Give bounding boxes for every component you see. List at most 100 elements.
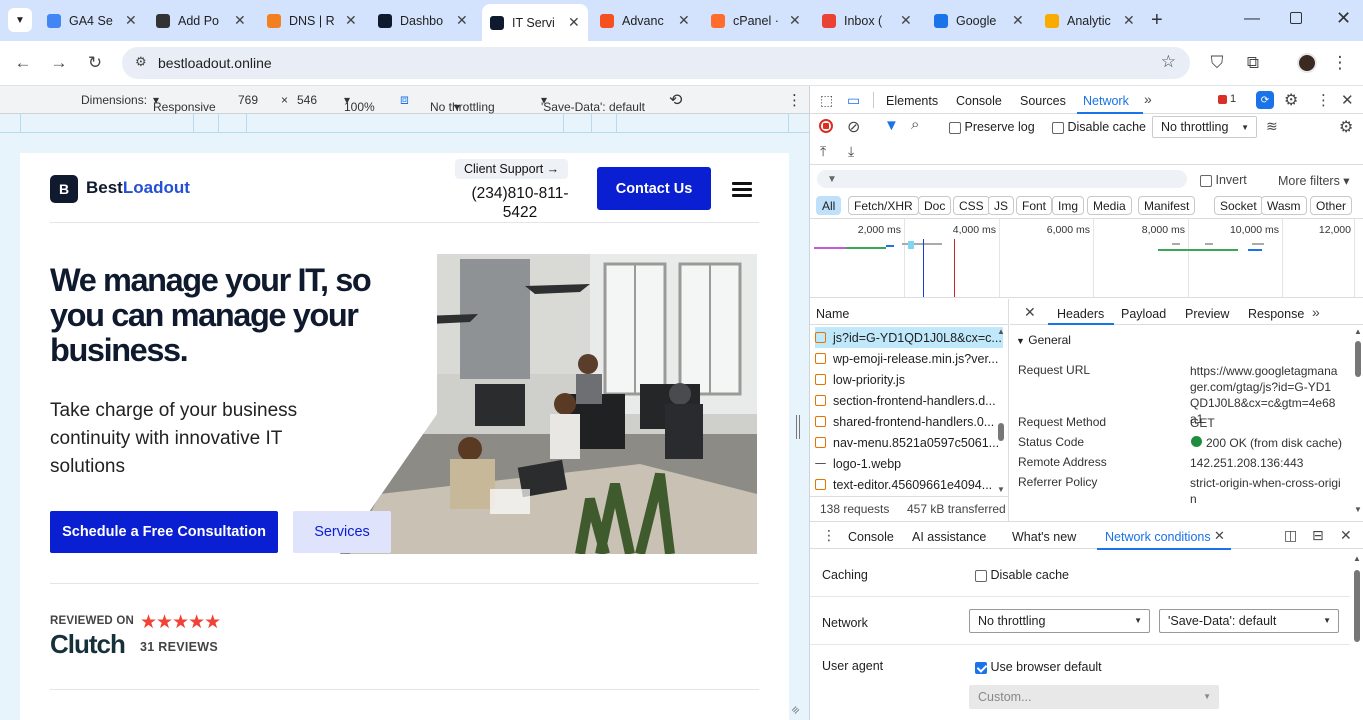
preserve-log-checkbox[interactable]: Preserve log bbox=[949, 120, 1035, 134]
inspect-element-icon[interactable]: ⬚ bbox=[820, 92, 833, 109]
close-tab-icon[interactable]: ✕ bbox=[789, 12, 801, 29]
import-har-icon[interactable]: ⤒ bbox=[820, 143, 826, 160]
zoom-select[interactable]: 100% ▾ bbox=[344, 93, 375, 114]
tab-response[interactable]: Response bbox=[1248, 307, 1304, 321]
filter-chip-socket[interactable]: Socket bbox=[1214, 196, 1263, 215]
search-icon[interactable]: ⌕ bbox=[911, 116, 919, 133]
custom-user-agent-select[interactable]: Custom... ▼ bbox=[969, 685, 1219, 709]
device-toggle-icon[interactable]: ▭ bbox=[847, 92, 860, 109]
screenshot-icon[interactable]: ⧈ bbox=[400, 91, 409, 108]
bookmark-star-icon[interactable]: ☆ bbox=[1161, 52, 1176, 72]
drawer-tab-whats-new[interactable]: What's new bbox=[1012, 530, 1076, 544]
nc-scrollbar[interactable]: ▲ bbox=[1353, 554, 1361, 720]
request-row[interactable]: low-priority.js bbox=[815, 369, 1003, 390]
filter-chip-doc[interactable]: Doc bbox=[918, 196, 952, 215]
browser-tab[interactable]: Advanc ✕ bbox=[592, 5, 698, 36]
dock-bottom-icon[interactable]: ⊟ bbox=[1312, 527, 1324, 544]
detail-scrollbar[interactable]: ▲ ▼ bbox=[1354, 327, 1362, 517]
close-tab-icon[interactable]: ✕ bbox=[1123, 12, 1135, 29]
close-tab-icon[interactable]: ✕ bbox=[125, 12, 137, 29]
browser-tab[interactable]: GA4 Se ✕ bbox=[39, 5, 145, 36]
request-row[interactable]: shared-frontend-handlers.0... bbox=[815, 411, 1003, 432]
hamburger-menu-icon[interactable] bbox=[732, 182, 752, 197]
filter-chip-media[interactable]: Media bbox=[1087, 196, 1132, 215]
filter-chip-other[interactable]: Other bbox=[1310, 196, 1353, 215]
filter-chip-fetchxhr[interactable]: Fetch/XHR bbox=[848, 196, 919, 215]
tab-payload[interactable]: Payload bbox=[1121, 307, 1166, 321]
resize-handle-right[interactable] bbox=[796, 415, 800, 439]
reload-button[interactable]: ↻ bbox=[83, 51, 107, 75]
browser-tab[interactable]: DNS | R ✕ bbox=[259, 5, 365, 36]
tab-preview[interactable]: Preview bbox=[1185, 307, 1229, 321]
dimensions-select[interactable]: Responsive ▾ bbox=[153, 93, 216, 114]
device-toolbar-menu[interactable]: ⋮ bbox=[787, 91, 802, 109]
site-info-icon[interactable]: ⚙ bbox=[135, 54, 147, 70]
wifi-conditions-icon[interactable]: ≋ bbox=[1266, 118, 1278, 135]
browser-tab[interactable]: Analytic ✕ bbox=[1037, 5, 1143, 36]
browser-tab[interactable]: IT Servi ✕ bbox=[482, 4, 588, 41]
tab-network[interactable]: Network bbox=[1083, 94, 1129, 108]
network-overview-timeline[interactable]: 2,000 ms 4,000 ms 6,000 ms 8,000 ms 10,000 m… bbox=[810, 218, 1363, 298]
issues-badge[interactable]: 1 bbox=[1218, 93, 1236, 105]
general-section-toggle[interactable]: ▼ General bbox=[1016, 333, 1071, 347]
close-tab-icon[interactable]: ✕ bbox=[900, 12, 912, 29]
filter-funnel-icon[interactable]: ▼ bbox=[884, 117, 899, 134]
back-button[interactable]: ← bbox=[11, 51, 35, 75]
filter-input[interactable]: ▼ bbox=[817, 170, 1187, 188]
dock-side-icon[interactable]: ◫ bbox=[1284, 527, 1297, 544]
browser-tab[interactable]: Add Po ✕ bbox=[148, 5, 254, 36]
width-input[interactable]: 769 bbox=[238, 93, 258, 107]
close-drawer-icon[interactable]: ✕ bbox=[1340, 527, 1352, 544]
close-tab-icon[interactable]: ✕ bbox=[568, 14, 580, 31]
request-row[interactable]: text-editor.45609661e4094... bbox=[815, 474, 1003, 495]
contact-us-button[interactable]: Contact Us bbox=[597, 167, 711, 210]
profile-avatar[interactable] bbox=[1297, 53, 1317, 73]
save-data-select[interactable]: 'Save-Data': default ▾ bbox=[541, 93, 645, 114]
phone-number[interactable]: (234)810-811-5422 bbox=[465, 184, 575, 222]
height-input[interactable]: 546 bbox=[297, 93, 317, 107]
close-window-button[interactable]: ✕ bbox=[1336, 8, 1351, 29]
tab-console[interactable]: Console bbox=[956, 94, 1002, 108]
browser-menu-button[interactable]: ⋮ bbox=[1328, 51, 1352, 75]
export-har-icon[interactable]: ⤓ bbox=[848, 143, 854, 160]
rotate-icon[interactable]: ⟲ bbox=[669, 90, 682, 110]
filter-chip-wasm[interactable]: Wasm bbox=[1261, 196, 1307, 215]
close-tab-icon[interactable]: ✕ bbox=[234, 12, 246, 29]
close-network-conditions-icon[interactable]: ✕ bbox=[1214, 528, 1225, 544]
extension-shield-icon[interactable]: ⛉ bbox=[1205, 51, 1229, 75]
schedule-consultation-button[interactable]: Schedule a Free Consultation bbox=[50, 511, 278, 553]
filter-chip-all[interactable]: All bbox=[816, 196, 842, 215]
request-row[interactable]: nav-menu.8521a0597c5061... bbox=[815, 432, 1003, 453]
drawer-tab-console[interactable]: Console bbox=[848, 530, 894, 544]
close-detail-icon[interactable]: ✕ bbox=[1024, 304, 1036, 321]
tab-search-button[interactable]: ▼ bbox=[8, 8, 32, 32]
tab-headers[interactable]: Headers bbox=[1057, 307, 1104, 321]
request-list-scrollbar[interactable]: ▲ ▼ bbox=[997, 327, 1005, 497]
close-tab-icon[interactable]: ✕ bbox=[678, 12, 690, 29]
network-settings-icon[interactable]: ⚙ bbox=[1339, 117, 1353, 137]
devtools-menu-icon[interactable]: ⋮ bbox=[1316, 91, 1331, 109]
drawer-tab-network-conditions[interactable]: Network conditions bbox=[1105, 530, 1211, 544]
close-tab-icon[interactable]: ✕ bbox=[456, 12, 468, 29]
media-query-ruler[interactable] bbox=[0, 114, 809, 133]
request-row[interactable]: js?id=G-YD1QD1J0L8&cx=c... bbox=[815, 327, 1003, 348]
logo-mark[interactable]: B bbox=[50, 175, 78, 203]
more-detail-tabs-icon[interactable]: » bbox=[1312, 304, 1320, 320]
nc-throttling-select[interactable]: No throttling ▼ bbox=[969, 609, 1150, 633]
brand-name[interactable]: BestLoadout bbox=[86, 178, 190, 198]
request-row[interactable]: wp-emoji-release.min.js?ver... bbox=[815, 348, 1003, 369]
services-button[interactable]: Services bbox=[293, 511, 391, 553]
drawer-tab-ai-assistance[interactable]: AI assistance bbox=[912, 530, 986, 544]
minimize-button[interactable]: — bbox=[1244, 10, 1260, 28]
filter-chip-manifest[interactable]: Manifest bbox=[1138, 196, 1196, 215]
close-tab-icon[interactable]: ✕ bbox=[1012, 12, 1024, 29]
restore-button[interactable] bbox=[1290, 12, 1302, 24]
browser-tab[interactable]: cPanel · ✕ bbox=[703, 5, 809, 36]
request-row[interactable]: section-frontend-handlers.d... bbox=[815, 390, 1003, 411]
record-stop-icon[interactable] bbox=[819, 119, 833, 133]
use-browser-default-checkbox[interactable]: Use browser default bbox=[975, 660, 1102, 674]
filter-chip-js[interactable]: JS bbox=[988, 196, 1015, 215]
nc-save-data-select[interactable]: 'Save-Data': default ▼ bbox=[1159, 609, 1339, 633]
invert-checkbox[interactable]: Invert bbox=[1200, 173, 1247, 187]
filter-chip-img[interactable]: Img bbox=[1052, 196, 1085, 215]
